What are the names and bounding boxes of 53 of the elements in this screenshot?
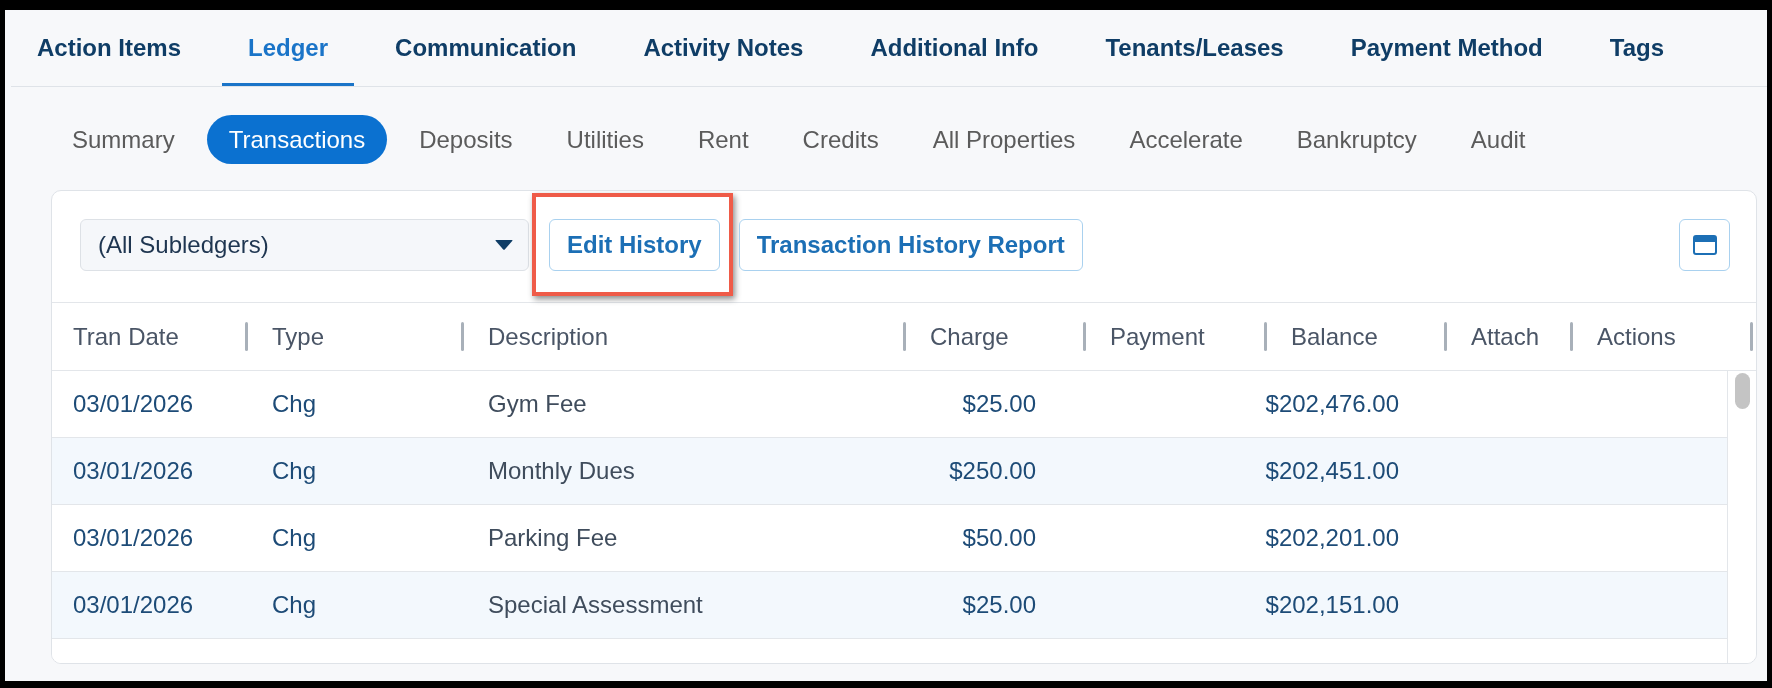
table-cell-text: Special Assessment <box>488 590 703 620</box>
tab[interactable]: Communication <box>369 10 603 86</box>
panel-toggle-button[interactable] <box>1679 219 1730 271</box>
column-header[interactable]: Balance <box>1267 318 1378 355</box>
table-cell-text: $50.00 <box>962 523 1036 553</box>
column-header[interactable]: Attach <box>1447 318 1540 355</box>
tab[interactable]: Tenants/Leases <box>1079 10 1310 86</box>
toolbar-button[interactable]: Edit History <box>549 219 720 271</box>
table-cell-text: Gym Fee <box>488 389 587 419</box>
table-cell-text: Chg <box>272 389 317 419</box>
tab[interactable]: Action Items <box>11 10 208 86</box>
sub-tab[interactable]: Accelerate <box>1107 115 1265 164</box>
subledger-select[interactable]: (All Subledgers) <box>80 219 529 271</box>
table-cell-text: $202,151.00 <box>1265 590 1399 620</box>
table-cell-text: $202,201.00 <box>1265 523 1399 553</box>
tab[interactable]: Ledger <box>222 10 355 86</box>
column-header[interactable]: Actions <box>1573 318 1676 355</box>
column-header[interactable]: Payment <box>1086 318 1205 355</box>
table-cell-text: 03/01/2026 <box>73 389 194 419</box>
table-cell-text: $202,476.00 <box>1265 389 1399 419</box>
table-cell-text: Parking Fee <box>488 523 618 553</box>
table-cell-text: 03/01/2026 <box>73 456 194 486</box>
table-cell-text: $202,451.00 <box>1265 456 1399 486</box>
caret-icon <box>495 240 513 250</box>
tab[interactable]: Payment Method <box>1324 10 1569 86</box>
table-cell-text: Chg <box>272 456 317 486</box>
table-cell-text: $25.00 <box>962 590 1036 620</box>
table-cell-text: 03/01/2026 <box>73 590 194 620</box>
tab[interactable]: Additional Info <box>844 10 1065 86</box>
sub-tab[interactable]: Audit <box>1448 115 1548 164</box>
panel-icon <box>1692 235 1717 255</box>
table-cell-text: 03/01/2026 <box>73 523 194 553</box>
sub-tab[interactable]: Utilities <box>544 115 666 164</box>
sub-tab[interactable]: Summary <box>50 115 197 164</box>
column-header[interactable]: Charge <box>906 318 1009 355</box>
table-cell-text: $25.00 <box>962 389 1036 419</box>
sub-tab[interactable]: Transactions <box>206 115 388 164</box>
sub-tab[interactable]: Credits <box>780 115 901 164</box>
tab[interactable]: Tags <box>1583 10 1690 86</box>
scrollbar-thumb[interactable] <box>1734 373 1750 409</box>
table-cell-text: $250.00 <box>949 456 1036 486</box>
sub-tab[interactable]: Rent <box>675 115 771 164</box>
sub-tab[interactable]: Bankruptcy <box>1274 115 1439 164</box>
sub-tab[interactable]: Deposits <box>397 115 535 164</box>
column-header[interactable]: Description <box>464 318 609 355</box>
table-cell-text: Monthly Dues <box>488 456 635 486</box>
sub-tab[interactable]: All Properties <box>910 115 1098 164</box>
column-header[interactable]: Tran Date <box>52 318 179 355</box>
table-cell-text: Chg <box>272 523 317 553</box>
table-cell-text: Chg <box>272 590 317 620</box>
tab[interactable]: Activity Notes <box>617 10 830 86</box>
toolbar-button[interactable]: Transaction History Report <box>738 219 1083 271</box>
column-header[interactable]: Type <box>248 318 325 355</box>
